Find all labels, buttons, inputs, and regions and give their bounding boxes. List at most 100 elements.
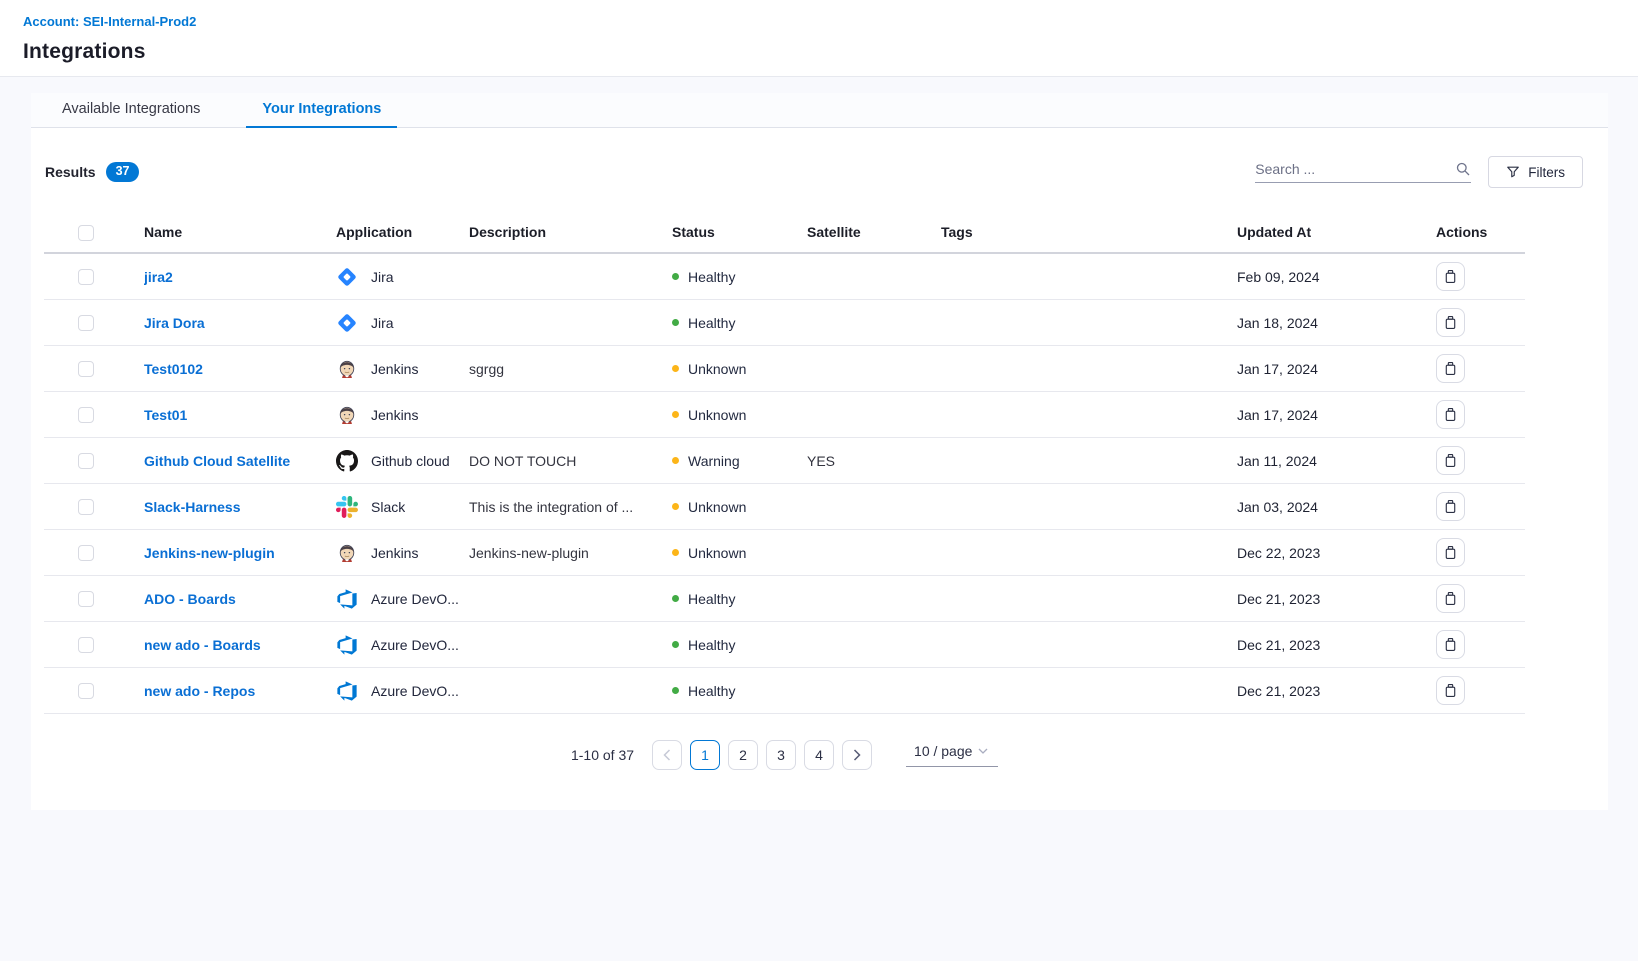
integration-name-link[interactable]: Slack-Harness [144,499,241,515]
delete-button[interactable] [1436,492,1465,521]
trash-icon [1443,545,1458,560]
filter-funnel-icon [1506,165,1520,179]
integration-name-link[interactable]: jira2 [144,269,173,285]
column-header-status: Status [672,224,807,240]
pagination: 1-10 of 37 1234 10 / page [44,740,1525,770]
delete-button[interactable] [1436,354,1465,383]
status-label: Healthy [688,637,735,653]
integration-name-link[interactable]: Jira Dora [144,315,205,331]
pagination-page-2[interactable]: 2 [728,740,758,770]
status-label: Healthy [688,591,735,607]
application-label: Azure DevO... [371,637,459,653]
table-header: Name Application Description Status Sate… [44,212,1525,254]
pagination-next-button[interactable] [842,740,872,770]
trash-icon [1443,361,1458,376]
row-checkbox[interactable] [78,545,94,561]
description-cell: Jenkins-new-plugin [469,545,672,561]
application-label: Jenkins [371,361,418,377]
application-label: Jira [371,315,394,331]
chevron-left-icon [663,749,671,761]
column-header-tags: Tags [941,224,1237,240]
row-checkbox[interactable] [78,453,94,469]
integration-name-link[interactable]: Jenkins-new-plugin [144,545,275,561]
toolbar: Results 37 Filters [44,155,1595,189]
delete-button[interactable] [1436,446,1465,475]
account-link[interactable]: Account: SEI-Internal-Prod2 [23,14,196,29]
delete-button[interactable] [1436,308,1465,337]
application-label: Jira [371,269,394,285]
updated-at-cell: Feb 09, 2024 [1237,269,1436,285]
delete-button[interactable] [1436,676,1465,705]
search-icon[interactable] [1455,161,1471,177]
row-checkbox[interactable] [78,683,94,699]
status-cell: Unknown [672,407,807,423]
table-row: Test0102 Jenkins sgrgg Unknown Jan 17, 2… [44,346,1525,392]
integration-name-link[interactable]: new ado - Boards [144,637,261,653]
tab-available-integrations[interactable]: Available Integrations [46,93,216,128]
select-all-checkbox[interactable] [78,225,94,241]
status-cell: Unknown [672,545,807,561]
pagination-page-4[interactable]: 4 [804,740,834,770]
satellite-cell: YES [807,453,941,469]
integrations-table: Name Application Description Status Sate… [44,212,1525,714]
page-title: Integrations [23,40,1614,64]
delete-button[interactable] [1436,584,1465,613]
toolbar-right: Filters [1255,156,1595,188]
page-size-select[interactable]: 10 / page [906,743,998,767]
trash-icon [1443,407,1458,422]
delete-button[interactable] [1436,400,1465,429]
github-icon [336,450,358,472]
description-cell: This is the integration of ... [469,499,672,515]
delete-button[interactable] [1436,630,1465,659]
row-checkbox[interactable] [78,315,94,331]
status-dot-icon [672,549,679,556]
pagination-prev-button[interactable] [652,740,682,770]
page-size-label: 10 / page [914,743,972,759]
search-input[interactable] [1255,161,1455,177]
delete-button[interactable] [1436,262,1465,291]
chevron-down-icon [978,748,988,754]
azure-icon [336,680,358,702]
status-dot-icon [672,687,679,694]
status-label: Unknown [688,545,746,561]
trash-icon [1443,591,1458,606]
column-header-description: Description [469,224,672,240]
trash-icon [1443,637,1458,652]
updated-at-cell: Dec 21, 2023 [1237,591,1436,607]
integration-name-link[interactable]: new ado - Repos [144,683,255,699]
row-checkbox[interactable] [78,407,94,423]
integration-name-link[interactable]: Github Cloud Satellite [144,453,290,469]
filters-button[interactable]: Filters [1488,156,1583,188]
integration-name-link[interactable]: ADO - Boards [144,591,236,607]
status-label: Warning [688,453,740,469]
row-checkbox[interactable] [78,269,94,285]
row-checkbox[interactable] [78,637,94,653]
row-checkbox[interactable] [78,361,94,377]
status-dot-icon [672,365,679,372]
status-label: Healthy [688,269,735,285]
status-cell: Unknown [672,499,807,515]
results-count-badge: 37 [106,162,140,182]
updated-at-cell: Dec 21, 2023 [1237,637,1436,653]
integration-name-link[interactable]: Test01 [144,407,187,423]
delete-button[interactable] [1436,538,1465,567]
trash-icon [1443,315,1458,330]
chevron-right-icon [853,749,861,761]
updated-at-cell: Jan 03, 2024 [1237,499,1436,515]
integration-name-link[interactable]: Test0102 [144,361,203,377]
description-cell: DO NOT TOUCH [469,453,672,469]
row-checkbox[interactable] [78,499,94,515]
updated-at-cell: Jan 11, 2024 [1237,453,1436,469]
tab-your-integrations[interactable]: Your Integrations [246,93,397,128]
results-label: Results [45,164,96,180]
status-cell: Unknown [672,361,807,377]
jenkins-icon [336,542,358,564]
table-row: new ado - Repos Azure DevO... Healthy De… [44,668,1525,714]
column-header-name: Name [144,224,336,240]
status-label: Unknown [688,407,746,423]
pagination-page-1[interactable]: 1 [690,740,720,770]
row-checkbox[interactable] [78,591,94,607]
status-dot-icon [672,319,679,326]
pagination-range: 1-10 of 37 [571,747,634,763]
pagination-page-3[interactable]: 3 [766,740,796,770]
